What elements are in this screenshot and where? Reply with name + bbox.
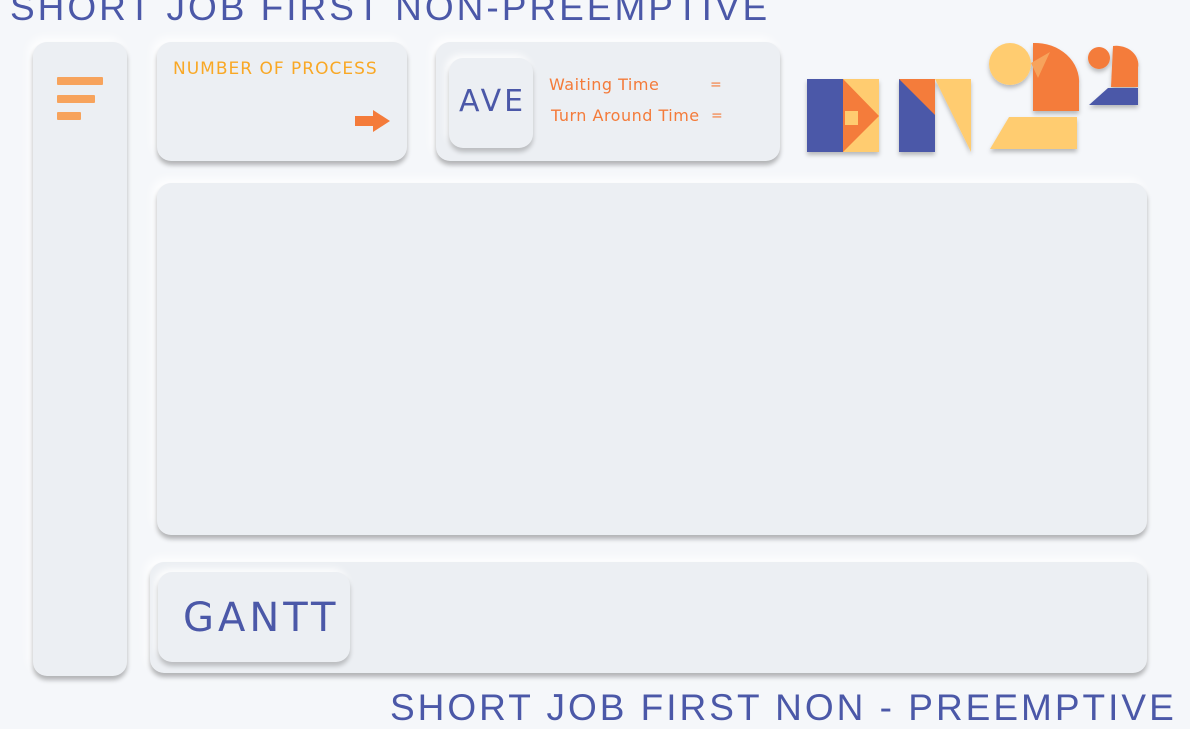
ave-badge-label: AVE [459,84,527,119]
gantt-label: GANTT [183,595,340,641]
sidebar [33,42,127,676]
page-title: SHORT JOB FIRST NON-PREEMPTIVE [10,0,771,28]
menu-bar-line [57,77,103,85]
menu-bars-icon[interactable] [57,77,105,123]
arrow-right-icon[interactable] [354,107,392,135]
turnaround-time-label: Turn Around Time [551,106,700,125]
menu-bar-line [57,95,95,103]
waiting-time-label: Waiting Time [549,75,660,94]
footer-title: SHORT JOB FIRST NON - PREEMPTIVE [390,687,1177,728]
menu-bar-line [57,112,81,120]
process-table-panel [157,183,1147,535]
turnaround-time-equals: = [711,108,723,124]
waiting-time-equals: = [710,77,722,93]
brand-logo [800,38,1150,163]
process-count-label: NUMBER OF PROCESS [173,59,378,79]
